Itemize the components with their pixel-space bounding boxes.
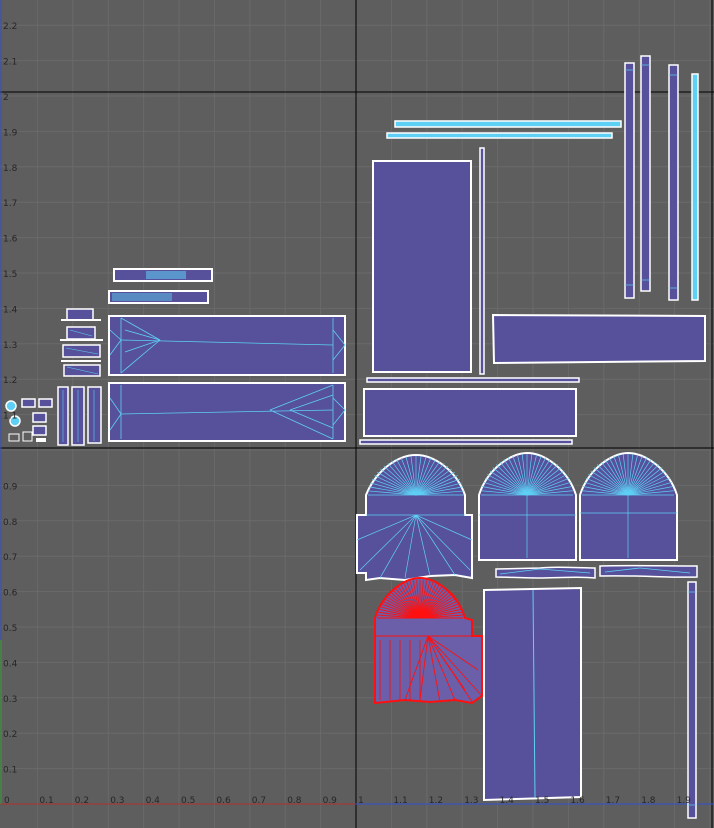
uv-shell-thin-pole-right[interactable]	[687, 581, 697, 819]
v-tick-label: 2.2	[3, 22, 17, 32]
u-tick-label: 0.4	[146, 796, 161, 806]
u-tick-label: 1	[358, 796, 364, 806]
v-tick-label: 0.2	[3, 730, 17, 740]
uv-shell-fan-shell-mid[interactable]	[478, 451, 577, 561]
v-tick-label: 0.6	[3, 589, 18, 599]
v-tick-label: 1.5	[3, 270, 17, 280]
u-tick-label: 0.2	[75, 796, 89, 806]
u-tick-label: 0.1	[39, 796, 53, 806]
uv-canvas[interactable]: 0 0.1 0.2 0.3 0.4 0.5 0.6 0.7 0.8 0.9 1 1.1 1.2 1.3 1.…	[0, 0, 714, 828]
v-tick-label: 0.8	[3, 518, 18, 528]
u-tick-label: 1.8	[641, 796, 656, 806]
v-tick-label: 1.9	[3, 128, 18, 138]
v-tick-label: 2.1	[3, 58, 17, 68]
u-tick-label: 1.6	[570, 796, 585, 806]
u-tick-label: 0.8	[287, 796, 302, 806]
uv-shell-bottom-rect-mid[interactable]	[363, 388, 577, 437]
v-tick-label: 2	[3, 93, 9, 103]
u-tick-label: 0.9	[323, 796, 338, 806]
v-tick-label: 1.8	[3, 164, 18, 174]
uv-shell-strip-wide-lower[interactable]	[108, 290, 209, 304]
v-tick-label: 0.1	[3, 766, 17, 776]
u-tick-label: 0.5	[181, 796, 195, 806]
v-tick-label: 1.1	[3, 412, 17, 422]
u-tick-label: 1.9	[677, 796, 692, 806]
uv-shell-long-panel-upper[interactable]	[108, 315, 346, 376]
v-tick-label: 1.2	[3, 376, 17, 386]
u-tick-label: 1.5	[535, 796, 549, 806]
u-tick-label: 1.1	[393, 796, 407, 806]
u-tick-label: 1.2	[429, 796, 443, 806]
uv-editor-viewport[interactable]: 0 0.1 0.2 0.3 0.4 0.5 0.6 0.7 0.8 0.9 1 1.1 1.2 1.3 1.…	[0, 0, 714, 828]
u-tick-label: 1.4	[500, 796, 515, 806]
uv-shell-large-vertical-panel[interactable]	[372, 147, 485, 375]
uv-shell-strip-wide-upper[interactable]	[113, 268, 213, 282]
uv-shell-tall-panel-bottom[interactable]	[483, 586, 582, 802]
u-tick-label: 0.3	[110, 796, 124, 806]
u-tick-label: 1.7	[606, 796, 620, 806]
v-tick-label: 0.9	[3, 482, 18, 492]
u-tick-label: 0.7	[252, 796, 266, 806]
v-tick-label: 0.3	[3, 695, 17, 705]
v-tick-label: 1.6	[3, 235, 18, 245]
v-tick-label: 0.5	[3, 624, 17, 634]
u-tick-label: 0.6	[216, 796, 231, 806]
v-tick-label: 1.4	[3, 305, 18, 315]
uv-shell-wide-panel-right[interactable]	[491, 313, 706, 365]
v-tick-label: 1.7	[3, 199, 17, 209]
uv-shell-long-panel-lower[interactable]	[108, 382, 346, 442]
u-tick-label: 0	[4, 796, 10, 806]
v-tick-label: 0.7	[3, 553, 17, 563]
u-tick-label: 1.3	[464, 796, 478, 806]
v-tick-label: 0.4	[3, 659, 18, 669]
uv-shell-fan-shell-right[interactable]	[579, 451, 678, 561]
v-tick-label: 1.3	[3, 341, 17, 351]
